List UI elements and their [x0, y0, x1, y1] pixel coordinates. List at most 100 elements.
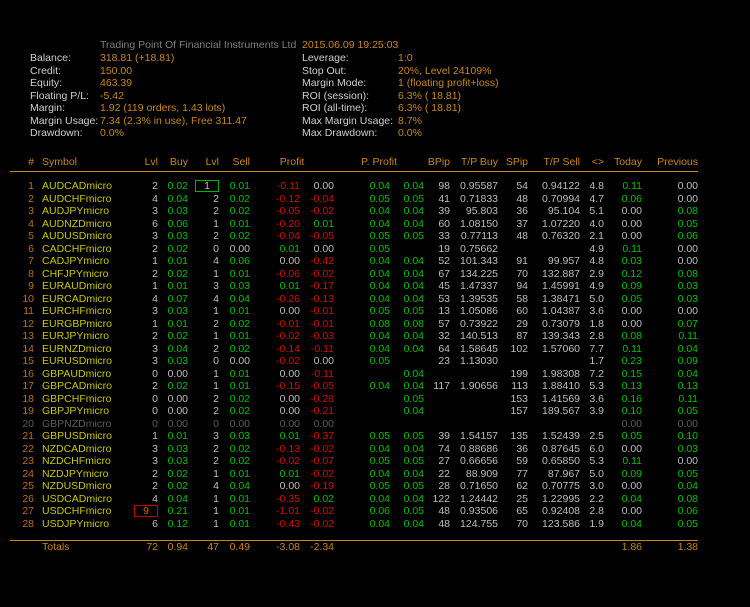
- account-field-value: 1 (floating profit+loss): [398, 77, 499, 90]
- totals-profit-buy: -3.08: [250, 541, 300, 554]
- cell-buy: 0.00: [158, 393, 188, 406]
- cell-spip: 58: [498, 293, 528, 306]
- column-header: Lvl: [188, 156, 219, 172]
- table-row: 2AUDCHFmicro40.0420.02-0.12-0.040.050.05…: [10, 193, 698, 206]
- cell-today: 0.11: [604, 243, 642, 256]
- cell-sell: 0.01: [219, 268, 250, 281]
- cell-spread: 7.7: [580, 343, 604, 356]
- cell-lvl-sell: 1: [188, 505, 219, 518]
- cell-symbol: GBPUSDmicro: [34, 430, 134, 443]
- cell-bpip: 48: [424, 505, 450, 518]
- cell-p-profit-sell: 0.04: [390, 330, 424, 343]
- cell-profit-sell: -0.21: [300, 405, 334, 418]
- cell-lvl-buy: 3: [134, 455, 158, 468]
- cell-p-profit-buy: 0.05: [334, 305, 390, 318]
- cell-profit-buy: 0.00: [250, 480, 300, 493]
- cell-buy: 0.02: [158, 243, 188, 256]
- cell-profit-sell: 0.00: [300, 180, 334, 193]
- cell-lvl-sell: 1: [188, 380, 219, 393]
- spacer: [10, 172, 698, 181]
- cell-spread: 3.9: [580, 405, 604, 418]
- column-header: Today: [604, 156, 642, 172]
- cell-tp-buy: 1.08150: [450, 218, 498, 231]
- cell-previous: 0.04: [642, 343, 698, 356]
- cell-p-profit-buy: 0.04: [334, 280, 390, 293]
- cell-spip: 94: [498, 280, 528, 293]
- cell-num: 20: [10, 418, 34, 431]
- cell-lvl-sell: 3: [188, 280, 219, 293]
- cell-symbol: GBPCADmicro: [34, 380, 134, 393]
- cell-today: 0.00: [604, 505, 642, 518]
- cell-p-profit-buy: 0.04: [334, 218, 390, 231]
- totals-row: Totals720.94470.49-3.08-2.341.861.38: [10, 541, 698, 554]
- cell-profit-sell: -0.05: [300, 380, 334, 393]
- cell-p-profit-sell: 0.08: [390, 318, 424, 331]
- cell-buy: 0.02: [158, 468, 188, 481]
- column-header: <>: [580, 156, 604, 172]
- cell-tp-buy: 140.513: [450, 330, 498, 343]
- cell-buy: 0.02: [158, 380, 188, 393]
- account-field-label: Margin Usage:: [30, 115, 98, 128]
- cell-symbol: EURUSDmicro: [34, 355, 134, 368]
- cell-spip: [498, 418, 528, 431]
- table-row: 28USDJPYmicro60.1210.01-0.43-0.020.040.0…: [10, 518, 698, 531]
- cell-bpip: 64: [424, 343, 450, 356]
- cell-symbol: AUDNZDmicro: [34, 218, 134, 231]
- column-header: Buy: [158, 156, 188, 172]
- cell-num: 19: [10, 405, 34, 418]
- table-row: 4AUDNZDmicro60.0610.01-0.200.010.040.046…: [10, 218, 698, 231]
- cell-today: 0.06: [604, 193, 642, 206]
- cell-profit-buy: 0.00: [250, 418, 300, 431]
- table-row: 25NZDUSDmicro20.0240.040.00-0.190.050.05…: [10, 480, 698, 493]
- cell-previous: 0.03: [642, 280, 698, 293]
- cell-num: 17: [10, 380, 34, 393]
- cell-spip: 59: [498, 455, 528, 468]
- cell-spip: 36: [498, 443, 528, 456]
- cell-symbol: GBPAUDmicro: [34, 368, 134, 381]
- cell-sell: 0.01: [219, 218, 250, 231]
- cell-lvl-sell: 2: [188, 455, 219, 468]
- cell-p-profit-sell: 0.04: [390, 443, 424, 456]
- cell-spread: 3.0: [580, 480, 604, 493]
- cell-previous: 0.05: [642, 468, 698, 481]
- account-field-label: Max Margin Usage:: [302, 115, 393, 128]
- cell-sell: 0.01: [219, 180, 250, 193]
- cell-p-profit-buy: 0.04: [334, 468, 390, 481]
- cell-bpip: 60: [424, 218, 450, 231]
- totals-spip: [498, 541, 528, 554]
- cell-buy: 0.03: [158, 355, 188, 368]
- cell-buy: 0.01: [158, 318, 188, 331]
- totals-buy: 0.94: [158, 541, 188, 554]
- cell-lvl-buy: 4: [134, 293, 158, 306]
- cell-profit-sell: -0.42: [300, 255, 334, 268]
- table-row: 7CADJPYmicro10.0140.060.00-0.420.040.045…: [10, 255, 698, 268]
- cell-spread: 2.9: [580, 268, 604, 281]
- cell-today: 0.00: [604, 318, 642, 331]
- cell-lvl-buy: 2: [134, 468, 158, 481]
- cell-buy: 0.02: [158, 330, 188, 343]
- cell-buy: 0.04: [158, 343, 188, 356]
- cell-spread: 4.7: [580, 193, 604, 206]
- cell-profit-buy: -0.14: [250, 343, 300, 356]
- cell-p-profit-sell: 0.05: [390, 455, 424, 468]
- cell-p-profit-sell: 0.04: [390, 293, 424, 306]
- account-field-label: Leverage:: [302, 52, 349, 65]
- cell-tp-buy: 101.343: [450, 255, 498, 268]
- cell-profit-buy: 0.01: [250, 243, 300, 256]
- account-field-value: 463.39: [100, 77, 132, 90]
- account-field-label: Credit:: [30, 65, 61, 78]
- cell-spip: [498, 243, 528, 256]
- cell-symbol: NZDJPYmicro: [34, 468, 134, 481]
- cell-profit-buy: 0.01: [250, 468, 300, 481]
- cell-p-profit-sell: 0.04: [390, 280, 424, 293]
- cell-spread: 3.6: [580, 305, 604, 318]
- cell-num: 22: [10, 443, 34, 456]
- header-row: #SymbolLvlBuyLvlSellProfitP. ProfitBPipT…: [10, 156, 698, 172]
- cell-bpip: 52: [424, 255, 450, 268]
- cell-tp-sell: 1.04387: [528, 305, 580, 318]
- cell-previous: 0.00: [642, 243, 698, 256]
- cell-previous: 0.13: [642, 380, 698, 393]
- column-header: T/P Buy: [450, 156, 498, 172]
- cell-p-profit-sell: 0.05: [390, 480, 424, 493]
- cell-spip: 77: [498, 468, 528, 481]
